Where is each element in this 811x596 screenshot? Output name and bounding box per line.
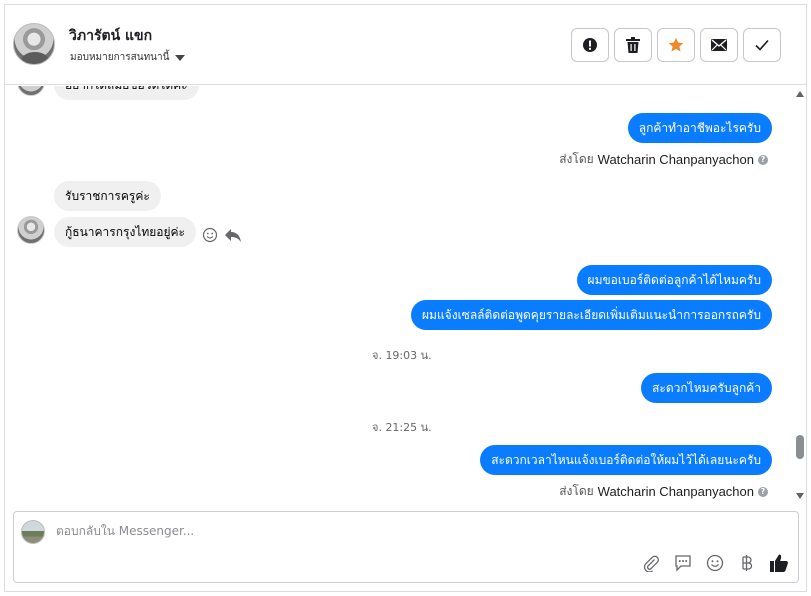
outgoing-message[interactable]: ผมแจ้งเซลล์ติดต่อพูดคุยรายละเอียดเพิ่มเต… <box>411 300 772 330</box>
incoming-message[interactable]: กู้ธนาคารกรุงไทยอยู่ค่ะ <box>54 217 196 247</box>
baht-icon <box>742 555 753 571</box>
composer-tools <box>640 552 790 574</box>
message-actions <box>202 227 242 243</box>
help-icon[interactable]: ? <box>758 154 768 165</box>
sent-by-prefix: ส่งโดย <box>559 484 594 498</box>
mark-spam-button[interactable] <box>571 28 609 62</box>
emoji-button[interactable] <box>704 552 726 574</box>
paperclip-icon <box>643 555 659 572</box>
star-button[interactable] <box>657 28 695 62</box>
page-avatar <box>21 520 45 544</box>
help-icon[interactable]: ? <box>758 486 768 497</box>
delete-button[interactable] <box>614 28 652 62</box>
sender-name: Watcharin Chanpanyachon <box>597 152 754 167</box>
contact-name[interactable]: วิภารัตน์ แขก <box>69 25 152 47</box>
payment-button[interactable] <box>736 552 758 574</box>
message-list[interactable]: อยากได้สมัยขอวดได้ค่ะ ลูกค้าทำอาชีพอะไรค… <box>5 86 806 510</box>
outgoing-message[interactable]: ลูกค้าทำอาชีพอะไรครับ <box>627 113 772 143</box>
thread-header: วิภารัตน์ แขก มอบหมายการสนทนานี้ <box>5 5 806 85</box>
messenger-thread-panel: วิภารัตน์ แขก มอบหมายการสนทนานี้ อย <box>4 4 807 592</box>
incoming-message[interactable]: รับราชการครูค่ะ <box>54 181 161 211</box>
mark-done-button[interactable] <box>743 28 781 62</box>
contact-avatar-small <box>17 216 45 244</box>
outgoing-message[interactable]: สะดวกเวลาไหนแจ้งเบอร์ติดต่อให้ผมไว้ได้เล… <box>480 445 772 475</box>
attach-button[interactable] <box>640 552 662 574</box>
sender-name: Watcharin Chanpanyachon <box>597 484 754 499</box>
trash-icon <box>626 37 640 53</box>
contact-avatar-small <box>17 86 45 96</box>
assign-conversation-dropdown[interactable]: มอบหมายการสนทนานี้ <box>70 50 186 65</box>
mark-unread-button[interactable] <box>700 28 738 62</box>
timestamp: จ. 21:25 น. <box>372 421 432 434</box>
timestamp: จ. 19:03 น. <box>372 349 432 362</box>
outgoing-message[interactable]: สะดวกไหมครับลูกค้า <box>641 373 772 403</box>
check-icon <box>755 39 769 51</box>
alert-icon <box>583 38 597 52</box>
saved-reply-icon <box>675 555 691 572</box>
reply-composer <box>13 511 799 583</box>
reply-input[interactable] <box>56 524 656 538</box>
header-actions <box>571 28 781 62</box>
contact-avatar[interactable] <box>13 23 55 65</box>
sent-by-label: ส่งโดย Watcharin Chanpanyachon ? <box>559 482 768 501</box>
like-button[interactable] <box>768 552 790 574</box>
chevron-down-icon <box>175 54 186 61</box>
emoji-icon[interactable] <box>202 227 218 243</box>
sent-by-label: ส่งโดย Watcharin Chanpanyachon ? <box>559 150 768 169</box>
emoji-icon <box>706 554 724 572</box>
saved-replies-button[interactable] <box>672 552 694 574</box>
outgoing-message[interactable]: ผมขอเบอร์ติดต่อลูกค้าได้ไหมครับ <box>576 265 772 295</box>
scroll-down-arrow[interactable] <box>796 493 804 499</box>
reply-icon[interactable] <box>224 227 242 243</box>
thumbs-up-icon <box>770 554 788 572</box>
star-icon <box>668 37 684 52</box>
scroll-up-arrow[interactable] <box>796 91 804 97</box>
sent-by-prefix: ส่งโดย <box>559 152 594 166</box>
assign-label: มอบหมายการสนทนานี้ <box>70 52 170 63</box>
mail-icon <box>711 39 727 51</box>
scrollbar-thumb[interactable] <box>796 435 804 459</box>
incoming-message[interactable]: อยากได้สมัยขอวดได้ค่ะ <box>54 86 199 100</box>
